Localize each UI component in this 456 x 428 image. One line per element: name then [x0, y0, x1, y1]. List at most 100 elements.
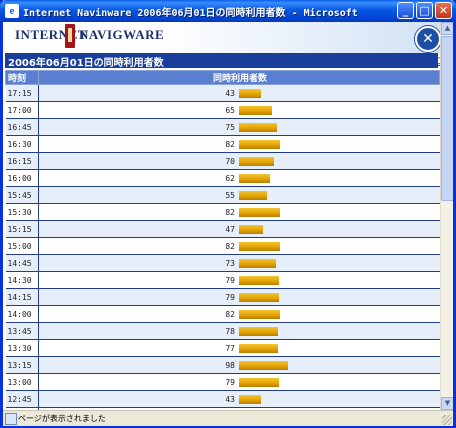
table-row: 14:00 82 — [5, 305, 440, 323]
minimize-button[interactable]: _ — [397, 2, 414, 19]
table-row: 16:15 70 — [5, 152, 440, 170]
resize-grip-icon[interactable] — [442, 415, 452, 425]
row-time: 14:15 — [5, 288, 39, 306]
column-header-users: 同時利用者数 — [38, 70, 440, 85]
usage-bar — [239, 156, 274, 166]
table-row: 16:30 82 — [5, 135, 440, 153]
table-row: 16:45 75 — [5, 118, 440, 136]
row-user-count: 43 — [38, 84, 239, 102]
row-user-count: 79 — [38, 271, 239, 289]
row-bar-cell — [239, 322, 440, 340]
row-user-count: 73 — [38, 254, 239, 272]
status-text: ページが表示されました — [18, 414, 106, 423]
usage-table-body: 17:15 43 17:00 65 16:45 75 16:30 82 16:15 70 16:00… — [5, 84, 440, 410]
page-subbar: 2006年06月01日の同時利用者数 ヘルプ — [3, 53, 453, 69]
usage-bar — [239, 377, 279, 387]
table-row: 14:30 79 — [5, 271, 440, 289]
row-bar-cell — [239, 305, 440, 323]
usage-bar — [239, 88, 261, 98]
row-bar-cell — [239, 152, 440, 170]
row-user-count: 79 — [38, 288, 239, 306]
scroll-up-button[interactable]: ▲ — [441, 22, 453, 35]
row-user-count: 75 — [38, 118, 239, 136]
row-time: 14:00 — [5, 305, 39, 323]
table-row: 15:15 47 — [5, 220, 440, 238]
row-bar-cell — [239, 254, 440, 272]
row-bar-cell — [239, 186, 440, 204]
table-row: 12:45 43 — [5, 390, 440, 408]
logo-mark-icon — [65, 24, 75, 48]
close-window-button[interactable]: ✕ — [435, 2, 452, 19]
row-user-count: 79 — [38, 373, 239, 391]
row-bar-cell — [239, 237, 440, 255]
row-time: 16:30 — [5, 135, 39, 153]
table-row: 15:00 82 — [5, 237, 440, 255]
logo-text-navigware: NAVIGWARE — [79, 27, 165, 42]
row-time: 17:15 — [5, 84, 39, 102]
row-user-count: 82 — [38, 237, 239, 255]
row-user-count: 70 — [38, 152, 239, 170]
usage-bar — [239, 394, 261, 404]
row-time: 14:30 — [5, 271, 39, 289]
header-gradient — [163, 22, 453, 53]
row-time: 13:00 — [5, 373, 39, 391]
row-time: 16:00 — [5, 169, 39, 187]
scroll-down-button[interactable]: ▼ — [441, 397, 453, 410]
page-title: 2006年06月01日の同時利用者数 — [8, 58, 164, 69]
row-time: 13:15 — [5, 356, 39, 374]
row-time: 17:00 — [5, 101, 39, 119]
usage-bar — [239, 207, 280, 217]
close-circle-icon[interactable]: ✕ — [415, 26, 441, 52]
row-time: 15:45 — [5, 186, 39, 204]
scroll-thumb[interactable] — [441, 36, 453, 201]
usage-bar — [239, 224, 263, 234]
page-content: INTERNET NAVIGWARE ✕ 2006年06月01日の同時利用者数 … — [3, 22, 453, 410]
usage-bar — [239, 105, 272, 115]
row-bar-cell — [239, 118, 440, 136]
usage-bar — [239, 258, 276, 268]
usage-bar — [239, 343, 278, 353]
table-row: 15:30 82 — [5, 203, 440, 221]
table-row: 14:15 79 — [5, 288, 440, 306]
row-user-count: 98 — [38, 356, 239, 374]
row-bar-cell — [239, 356, 440, 374]
row-time: 12:45 — [5, 390, 39, 408]
title-bar: e Internet Navinware 2006年06月01日の同時利用者数 … — [0, 0, 456, 22]
table-row: 17:15 43 — [5, 84, 440, 102]
table-row: 13:30 77 — [5, 339, 440, 357]
browser-window: e Internet Navinware 2006年06月01日の同時利用者数 … — [0, 0, 456, 428]
row-bar-cell — [239, 135, 440, 153]
usage-bar — [239, 241, 280, 251]
row-user-count: 82 — [38, 305, 239, 323]
row-user-count: 82 — [38, 135, 239, 153]
status-bar: ページが表示されました — [3, 410, 453, 426]
usage-bar — [239, 360, 288, 370]
usage-bar — [239, 309, 280, 319]
row-bar-cell — [239, 339, 440, 357]
table-row: 17:00 65 — [5, 101, 440, 119]
usage-bar — [239, 122, 277, 132]
row-bar-cell — [239, 390, 440, 408]
row-user-count: 43 — [38, 390, 239, 408]
row-bar-cell — [239, 220, 440, 238]
row-time: 15:30 — [5, 203, 39, 221]
row-user-count: 47 — [38, 220, 239, 238]
row-time: 16:15 — [5, 152, 39, 170]
row-time: 15:00 — [5, 237, 39, 255]
usage-bar — [239, 190, 267, 200]
table-row: 13:00 79 — [5, 373, 440, 391]
maximize-button[interactable]: □ — [416, 2, 433, 19]
usage-table-area: 時刻 同時利用者数 17:15 43 17:00 65 16:45 75 16:30 82 16… — [5, 70, 440, 410]
row-time: 13:45 — [5, 322, 39, 340]
row-bar-cell — [239, 84, 440, 102]
vertical-scrollbar[interactable]: ▲ ▼ — [440, 22, 453, 410]
row-time: 13:30 — [5, 339, 39, 357]
row-bar-cell — [239, 169, 440, 187]
table-row: 16:00 62 — [5, 169, 440, 187]
page-icon — [5, 413, 17, 425]
usage-bar — [239, 326, 278, 336]
column-header-time: 時刻 — [5, 70, 39, 85]
row-user-count: 82 — [38, 203, 239, 221]
row-time: 16:45 — [5, 118, 39, 136]
logo-text-internet: INTERNET — [15, 27, 87, 42]
